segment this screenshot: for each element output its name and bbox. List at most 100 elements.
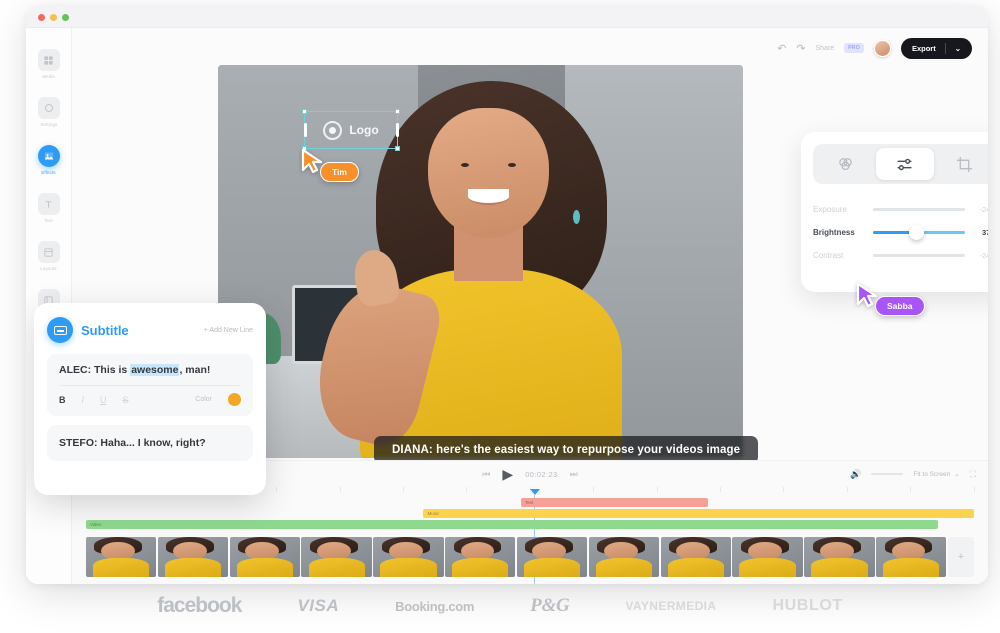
layout-icon <box>37 241 60 263</box>
zoom-slider[interactable] <box>871 473 904 475</box>
subtitle-line-card[interactable]: ALEC: This is awesome, man! B I U S Colo… <box>47 354 253 416</box>
collaborator-cursor: Tim <box>300 148 359 182</box>
subtitle-line-card[interactable]: STEFO: Haha... I know, right? <box>47 425 253 461</box>
adjust-panel: Exposure -24% Brightness 37% Contrast -24% <box>801 132 988 292</box>
timeline-clip[interactable]: Text <box>521 498 708 507</box>
cursor-icon <box>301 148 323 174</box>
logo-overlay[interactable]: Logo <box>302 109 400 151</box>
italic-button[interactable]: I <box>82 395 85 405</box>
add-new-line-button[interactable]: + Add New Line <box>204 327 253 334</box>
slider-exposure[interactable]: Exposure -24% <box>813 198 988 221</box>
color-icon[interactable] <box>817 148 874 180</box>
sliders-icon[interactable] <box>876 148 934 180</box>
slider-knob[interactable] <box>909 225 925 240</box>
subtitle-title: Subtitle <box>81 322 129 338</box>
filmstrip-thumbnail[interactable] <box>445 537 516 577</box>
subtitle-icon <box>47 317 73 343</box>
ruler-tick <box>910 487 912 492</box>
chevron-down-icon: ⌄ <box>954 471 960 478</box>
filmstrip-thumbnail[interactable] <box>516 537 588 577</box>
subtitle-header: Subtitle + Add New Line <box>47 317 253 343</box>
subtitle-line-text[interactable]: ALEC: This is awesome, man! <box>59 364 241 376</box>
adjust-sliders: Exposure -24% Brightness 37% Contrast -24% <box>813 198 988 267</box>
slider-track[interactable] <box>873 208 965 211</box>
filmstrip-thumbnail[interactable] <box>804 537 875 577</box>
fit-to-screen-dropdown[interactable]: Fit to Screen ⌄ <box>913 470 960 479</box>
redo-icon[interactable]: ↷ <box>796 42 805 55</box>
filmstrip-thumbnail[interactable] <box>229 537 300 577</box>
resize-handle-tr[interactable] <box>395 109 400 114</box>
app-window: MediaSettingsEffectsTextLayoutsElements✓… <box>26 6 988 584</box>
sidebar-item-label: Layouts <box>40 266 57 271</box>
export-button[interactable]: Export ⌄ <box>900 37 972 59</box>
slider-contrast[interactable]: Contrast -24% <box>813 244 988 267</box>
chevron-down-icon[interactable]: ⌄ <box>955 44 961 53</box>
filmstrip-thumbnail[interactable] <box>157 537 229 577</box>
filmstrip-thumbnail[interactable] <box>660 537 731 577</box>
filmstrip-thumbnail[interactable] <box>876 537 947 577</box>
collaborator-cursor: Sabba <box>855 282 925 316</box>
timeline-clip[interactable]: Music <box>423 509 974 518</box>
slider-track[interactable] <box>873 254 965 257</box>
sidebar-item-media[interactable]: Media <box>26 40 71 88</box>
text-icon <box>37 193 60 215</box>
fullscreen-icon[interactable]: ⛶ <box>970 469 976 480</box>
subject-face <box>428 108 549 238</box>
slider-label: Brightness <box>813 228 855 237</box>
resize-handle-right[interactable] <box>395 123 399 137</box>
video-preview[interactable]: Logo <box>218 65 743 458</box>
slider-track[interactable] <box>873 225 965 240</box>
play-icon[interactable]: ▶ <box>502 466 513 483</box>
brand-logo: P&G <box>530 595 570 616</box>
maximize-button[interactable] <box>62 14 69 21</box>
filmstrip-thumbnail[interactable] <box>86 537 157 577</box>
brand-logo: facebook <box>157 594 242 617</box>
slider-brightness[interactable]: Brightness 37% <box>813 221 988 244</box>
resize-handle-tl[interactable] <box>302 109 307 114</box>
skip-back-icon[interactable]: ⏮ <box>482 469 490 480</box>
sidebar-item-layouts[interactable]: Layouts <box>26 232 71 280</box>
skip-forward-icon[interactable]: ⏭ <box>570 469 578 480</box>
undo-icon[interactable]: ↶ <box>777 42 786 55</box>
underline-button[interactable]: U <box>100 395 107 405</box>
subtitle-text-suffix: , man! <box>179 364 211 376</box>
sidebar-item-text[interactable]: Text <box>26 184 71 232</box>
ruler-tick <box>466 487 468 492</box>
ruler-tick <box>846 487 848 492</box>
slider-value: -24% <box>979 251 988 260</box>
close-button[interactable] <box>38 14 45 21</box>
filmstrip-thumbnail[interactable] <box>588 537 660 577</box>
color-label: Color <box>195 396 212 403</box>
color-swatch[interactable] <box>228 393 241 406</box>
sidebar-item-effects[interactable]: Effects <box>26 136 71 184</box>
share-button[interactable]: Share <box>816 45 835 52</box>
sidebar-item-settings[interactable]: Settings <box>26 88 71 136</box>
title-bar <box>26 6 988 28</box>
minimize-button[interactable] <box>50 14 57 21</box>
timeline-clip[interactable]: Video <box>86 520 939 529</box>
plus-icon[interactable]: + <box>947 537 974 577</box>
strikethrough-button[interactable]: S <box>123 395 129 405</box>
brand-logo: Booking.com <box>395 598 475 614</box>
grid-icon <box>37 49 60 71</box>
timecode: 00:02:23 <box>525 469 558 479</box>
avatar[interactable] <box>873 39 891 57</box>
filmstrip-thumbnail[interactable] <box>732 537 803 577</box>
brand-logo: VAYNERMEDIA <box>625 599 717 613</box>
resize-handle-br[interactable] <box>395 146 400 151</box>
filmstrip-thumbnail[interactable] <box>373 537 444 577</box>
crop-icon[interactable] <box>936 148 988 180</box>
divider <box>59 385 241 386</box>
ruler-tick <box>593 487 595 492</box>
volume-icon[interactable]: 🔊 <box>850 469 861 480</box>
resize-handle-left[interactable] <box>303 123 307 137</box>
subtitle-line-text[interactable]: STEFO: Haha... I know, right? <box>59 437 241 449</box>
bold-button[interactable]: B <box>59 395 66 405</box>
ruler-tick <box>656 487 658 492</box>
filmstrip-thumbnail[interactable] <box>301 537 372 577</box>
divider <box>944 42 946 54</box>
ruler-tick <box>276 487 278 492</box>
logo-overlay-label: Logo <box>349 123 379 137</box>
brand-logo: VISA <box>297 596 340 615</box>
format-toolbar: B I U S Color <box>59 393 241 406</box>
